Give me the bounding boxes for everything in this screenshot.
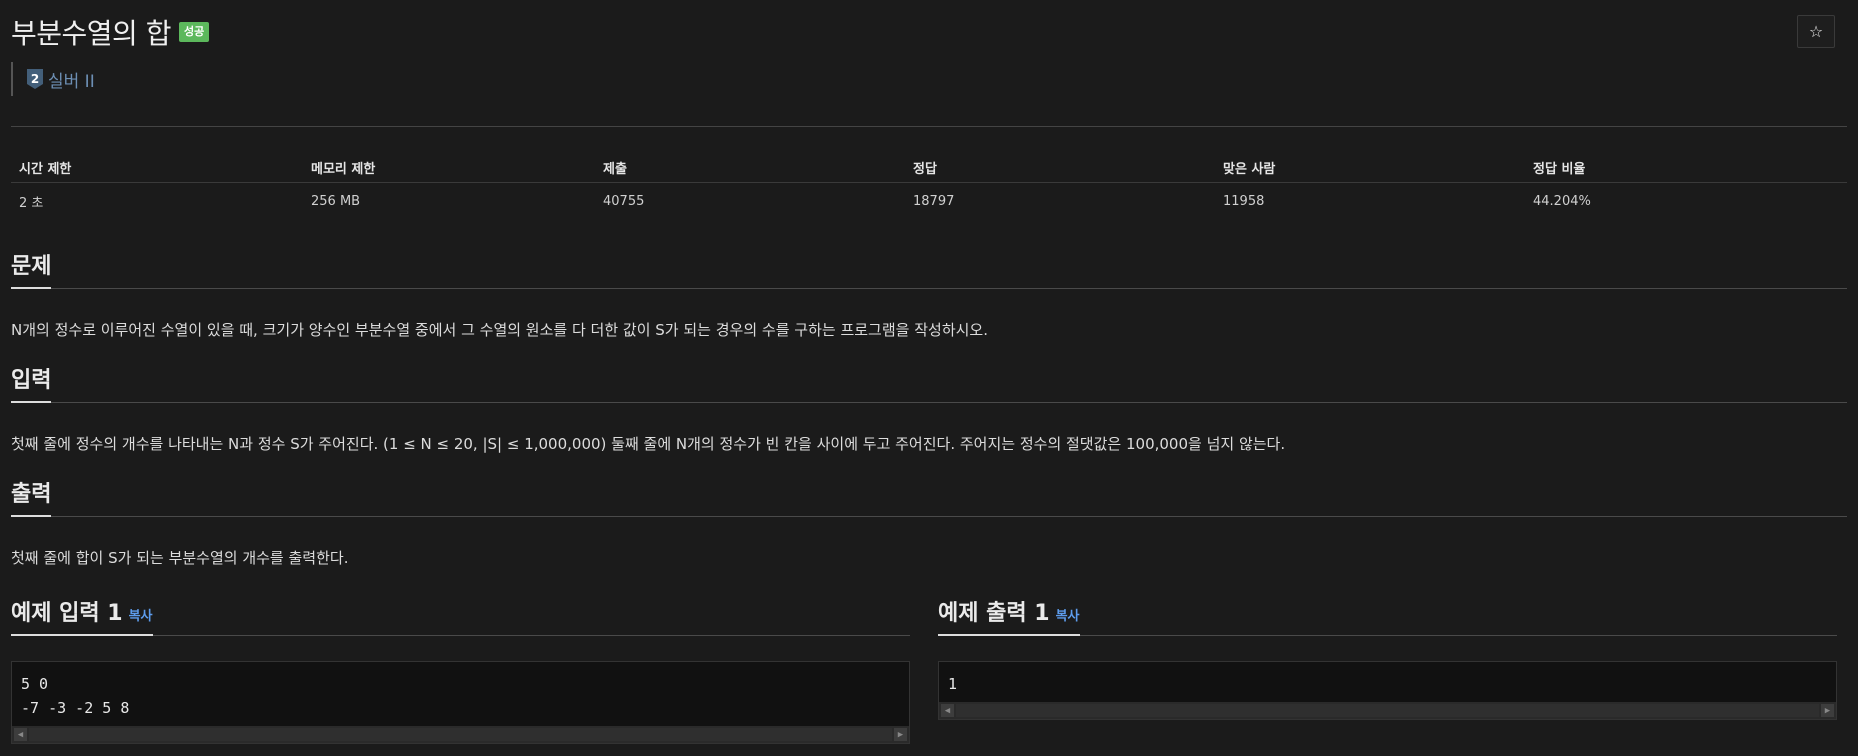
sample-input-code-box[interactable]: 5 0 -7 -3 -2 5 8 ◀ ▶	[11, 661, 910, 744]
scroll-left-icon[interactable]: ◀	[14, 728, 27, 741]
star-icon: ☆	[1808, 22, 1824, 41]
stats-header-row: 시간 제한 메모리 제한 제출 정답 맞은 사람 정답 비율	[11, 152, 1847, 183]
title-row: 부분수열의 합 성공	[11, 12, 210, 52]
output-section-title: 출력	[11, 476, 52, 517]
page-title: 부분수열의 합	[11, 17, 171, 50]
problem-stats-table: 시간 제한 메모리 제한 제출 정답 맞은 사람 정답 비율 2 초 256 M…	[11, 152, 1847, 219]
output-section: 출력 첫째 줄에 합이 S가 되는 부분수열의 개수를 출력한다.	[11, 476, 1847, 568]
problem-section: 문제 N개의 정수로 이루어진 수열이 있을 때, 크기가 양수인 부분수열 중…	[11, 248, 1847, 340]
input-section: 입력 첫째 줄에 정수의 개수를 나타내는 N과 정수 S가 주어진다. (1 …	[11, 362, 1847, 454]
sample-output-title: 예제 출력 1 복사	[938, 595, 1080, 636]
stats-header-memory-limit: 메모리 제한	[311, 161, 376, 177]
section-divider	[11, 288, 1847, 289]
sample-output-panel: 예제 출력 1 복사 1 ◀ ▶	[938, 595, 1837, 720]
sample-output-title-text: 예제 출력 1	[938, 601, 1050, 626]
scroll-left-icon[interactable]: ◀	[941, 704, 954, 717]
tier-indicator: 2 실버 II	[11, 62, 95, 96]
status-badge: 성공	[178, 22, 210, 42]
stats-value-row: 2 초 256 MB 40755 18797 11958 44.204%	[11, 183, 1847, 219]
stats-value-accept-ratio: 44.204%	[1533, 193, 1591, 209]
problem-section-title: 문제	[11, 248, 52, 289]
header-divider	[11, 126, 1847, 127]
scroll-track[interactable]	[956, 704, 1819, 717]
output-description: 첫째 줄에 합이 S가 되는 부분수열의 개수를 출력한다.	[11, 549, 349, 567]
sample-input-title: 예제 입력 1 복사	[11, 595, 153, 636]
stats-value-accepted[interactable]: 18797	[905, 194, 1215, 209]
scroll-right-icon[interactable]: ▶	[1821, 704, 1834, 717]
stats-header-solved-users: 맞은 사람	[1223, 161, 1276, 177]
input-section-title: 입력	[11, 362, 52, 403]
stats-value-time-limit: 2 초	[19, 195, 44, 211]
sample-input-code[interactable]: 5 0 -7 -3 -2 5 8	[12, 662, 909, 726]
input-description: 첫째 줄에 정수의 개수를 나타내는 N과 정수 S가 주어진다. (1 ≤ N…	[11, 435, 1286, 453]
sample-output-code[interactable]: 1	[939, 662, 1836, 702]
sample-input-title-text: 예제 입력 1	[11, 601, 123, 626]
favorite-star-button[interactable]: ☆	[1797, 15, 1835, 48]
sample-output-horizontal-scrollbar[interactable]: ◀ ▶	[939, 702, 1836, 719]
scroll-track[interactable]	[29, 728, 892, 741]
stats-header-time-limit: 시간 제한	[19, 161, 72, 177]
stats-header-submissions: 제출	[603, 161, 627, 177]
sample-output-copy-button[interactable]: 복사	[1056, 609, 1080, 624]
sample-input-panel: 예제 입력 1 복사 5 0 -7 -3 -2 5 8 ◀ ▶	[11, 595, 910, 744]
section-divider	[11, 402, 1847, 403]
problem-page: 부분수열의 합 성공 ☆ 2 실버 II 시간 제한 메모리 제한 제출 정답 …	[0, 0, 1858, 756]
scroll-right-icon[interactable]: ▶	[894, 728, 907, 741]
stats-value-solved-users[interactable]: 11958	[1215, 194, 1525, 209]
sample-input-copy-button[interactable]: 복사	[129, 609, 153, 624]
problem-description: N개의 정수로 이루어진 수열이 있을 때, 크기가 양수인 부분수열 중에서 …	[11, 321, 988, 339]
stats-header-accepted: 정답	[913, 161, 937, 177]
tier-badge-icon: 2	[27, 69, 43, 89]
tier-label[interactable]: 실버 II	[48, 67, 95, 92]
sample-input-horizontal-scrollbar[interactable]: ◀ ▶	[12, 726, 909, 743]
sample-output-code-box[interactable]: 1 ◀ ▶	[938, 661, 1837, 720]
section-divider	[11, 516, 1847, 517]
stats-value-submissions[interactable]: 40755	[595, 194, 905, 209]
stats-header-accept-ratio: 정답 비율	[1533, 161, 1586, 177]
stats-value-memory-limit: 256 MB	[311, 193, 361, 209]
